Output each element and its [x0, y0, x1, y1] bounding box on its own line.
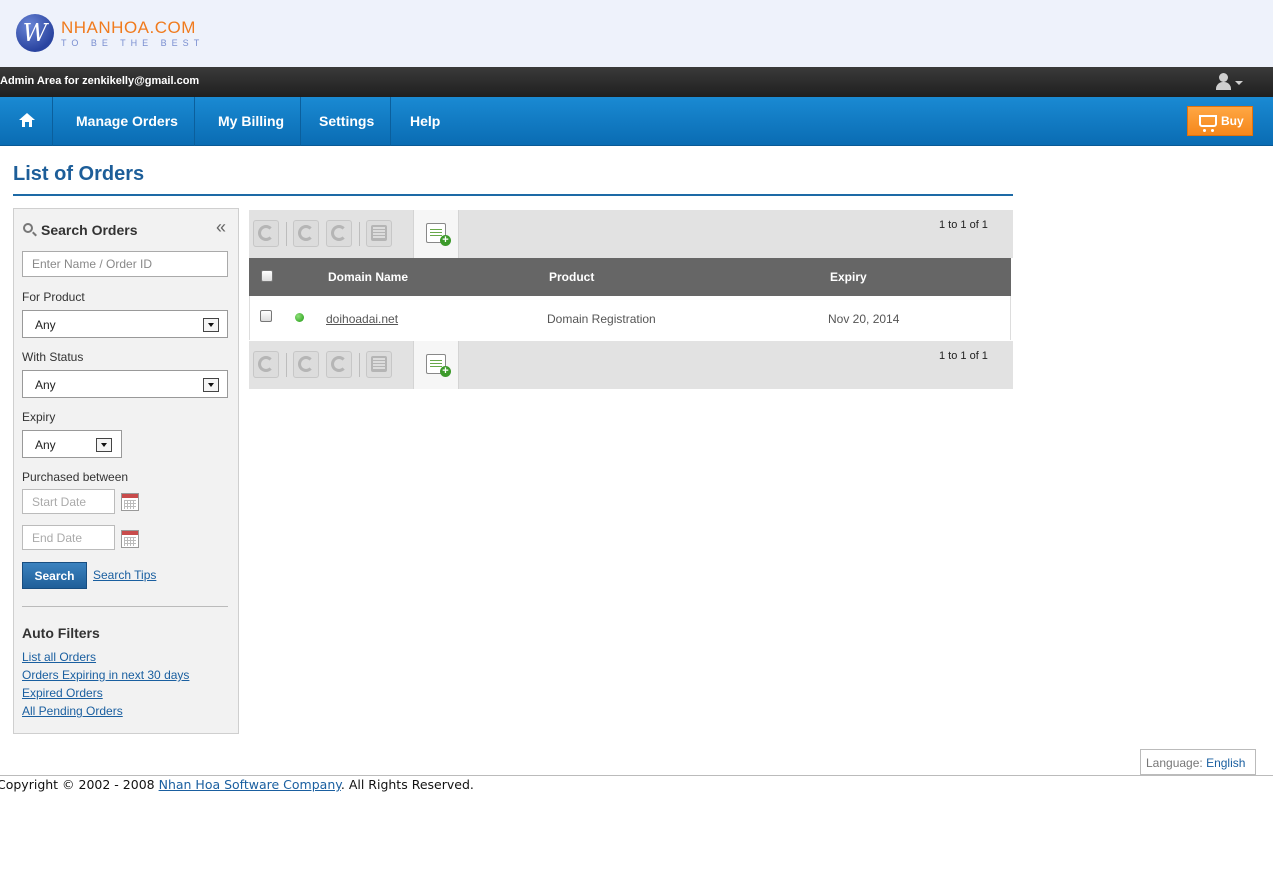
add-order-icon: +: [426, 223, 451, 246]
suspend-icon[interactable]: [293, 351, 319, 378]
title-divider: [13, 194, 1013, 196]
page-title: List of Orders: [13, 163, 145, 185]
search-icon: [23, 223, 33, 233]
start-date-input[interactable]: [22, 489, 115, 514]
expiry-cell: Nov 20, 2014: [828, 312, 900, 326]
search-tips-link[interactable]: Search Tips: [93, 568, 156, 582]
status-select[interactable]: Any: [22, 370, 228, 398]
logo-tagline: TO BE THE BEST: [61, 38, 205, 48]
auto-filters-list: List all Orders Orders Expiring in next …: [22, 650, 189, 722]
auto-filters-title: Auto Filters: [22, 625, 100, 641]
copyright: Copyright © 2002 - 2008 Nhan Hoa Softwar…: [0, 777, 474, 792]
buy-label: Buy: [1221, 114, 1244, 128]
admin-area-label: Admin Area for zenkikelly@gmail.com: [0, 75, 200, 87]
orders-table-header: Domain Name Product Expiry: [249, 258, 1011, 296]
search-button[interactable]: Search: [22, 562, 87, 589]
refresh-icon[interactable]: [253, 351, 279, 378]
status-active-icon: [295, 313, 304, 322]
suspend-icon[interactable]: [293, 220, 319, 247]
toolbar-separator: [359, 222, 360, 246]
expiry-select[interactable]: Any: [22, 430, 122, 458]
buy-button[interactable]: Buy: [1187, 106, 1253, 136]
filter-expired-orders[interactable]: Expired Orders: [22, 686, 103, 700]
calendar-icon[interactable]: [121, 530, 139, 548]
chevron-down-icon: [1235, 81, 1243, 85]
user-icon-head: [1219, 73, 1228, 82]
language-label: Language:: [1146, 756, 1203, 770]
end-date-input[interactable]: [22, 525, 115, 550]
refresh-icon[interactable]: [253, 220, 279, 247]
language-selector[interactable]: Language: English: [1140, 749, 1256, 775]
add-order-icon: +: [426, 354, 451, 377]
filter-pending-orders[interactable]: All Pending Orders: [22, 704, 123, 718]
toolbar-separator: [286, 222, 287, 246]
search-sidebar: Search Orders « For Product Any With Sta…: [13, 208, 239, 734]
add-order-button[interactable]: +: [413, 341, 459, 389]
cart-icon: [1199, 115, 1217, 132]
expiry-label: Expiry: [22, 410, 56, 424]
logo-icon[interactable]: W: [16, 14, 54, 52]
chevron-down-icon: [203, 318, 219, 332]
for-product-label: For Product: [22, 290, 85, 304]
row-checkbox[interactable]: [260, 310, 272, 322]
orders-toolbar-top: + 1 to 1 of 1: [249, 210, 1013, 258]
logo-name[interactable]: NHANHOA.COM: [61, 18, 196, 38]
home-icon: [19, 113, 35, 127]
orders-toolbar-bottom: + 1 to 1 of 1: [249, 341, 1013, 389]
unsuspend-icon[interactable]: [326, 220, 352, 247]
calendar-icon[interactable]: [121, 493, 139, 511]
collapse-icon[interactable]: «: [216, 217, 226, 238]
nav-my-billing[interactable]: My Billing: [202, 97, 302, 146]
pager-bottom: 1 to 1 of 1: [939, 350, 988, 362]
nav-settings[interactable]: Settings: [303, 97, 392, 146]
toolbar-separator: [286, 353, 287, 377]
user-icon-body: [1216, 82, 1231, 90]
purchased-between-label: Purchased between: [22, 470, 129, 484]
column-domain-name[interactable]: Domain Name: [328, 270, 408, 284]
admin-bar: Admin Area for zenkikelly@gmail.com: [0, 67, 1273, 97]
column-product[interactable]: Product: [549, 270, 594, 284]
chevron-down-icon: [96, 438, 112, 452]
company-link[interactable]: Nhan Hoa Software Company: [159, 777, 341, 792]
toolbar-separator: [359, 353, 360, 377]
copyright-prefix: Copyright © 2002 - 2008: [0, 777, 159, 792]
language-value[interactable]: English: [1206, 756, 1245, 770]
copyright-suffix: . All Rights Reserved.: [340, 777, 474, 792]
product-select-value: Any: [35, 318, 56, 332]
with-status-label: With Status: [22, 350, 84, 364]
chevron-down-icon: [203, 378, 219, 392]
expiry-select-value: Any: [35, 438, 56, 452]
product-cell: Domain Registration: [547, 312, 656, 326]
table-row: doihoadai.net Domain Registration Nov 20…: [249, 296, 1011, 340]
filter-list-all-orders[interactable]: List all Orders: [22, 650, 96, 664]
nav-help[interactable]: Help: [394, 97, 456, 146]
brand-header: W NHANHOA.COM TO BE THE BEST: [0, 0, 1273, 67]
main-nav: Manage Orders My Billing Settings Help: [0, 97, 1273, 146]
filter-expiring-30-days[interactable]: Orders Expiring in next 30 days: [22, 668, 189, 682]
search-name-input[interactable]: [22, 251, 228, 277]
unsuspend-icon[interactable]: [326, 351, 352, 378]
search-orders-title: Search Orders: [41, 222, 138, 238]
edit-list-icon[interactable]: [366, 220, 392, 247]
pager-top: 1 to 1 of 1: [939, 219, 988, 231]
select-all-checkbox[interactable]: [261, 270, 273, 282]
nav-manage-orders[interactable]: Manage Orders: [60, 97, 195, 146]
status-select-value: Any: [35, 378, 56, 392]
user-icon[interactable]: [1216, 73, 1246, 91]
add-order-button[interactable]: +: [413, 210, 459, 258]
nav-home[interactable]: [0, 97, 53, 146]
domain-link[interactable]: doihoadai.net: [326, 312, 398, 326]
edit-list-icon[interactable]: [366, 351, 392, 378]
column-expiry[interactable]: Expiry: [830, 270, 867, 284]
product-select[interactable]: Any: [22, 310, 228, 338]
sidebar-divider: [22, 606, 228, 607]
footer-divider: [0, 775, 1273, 776]
